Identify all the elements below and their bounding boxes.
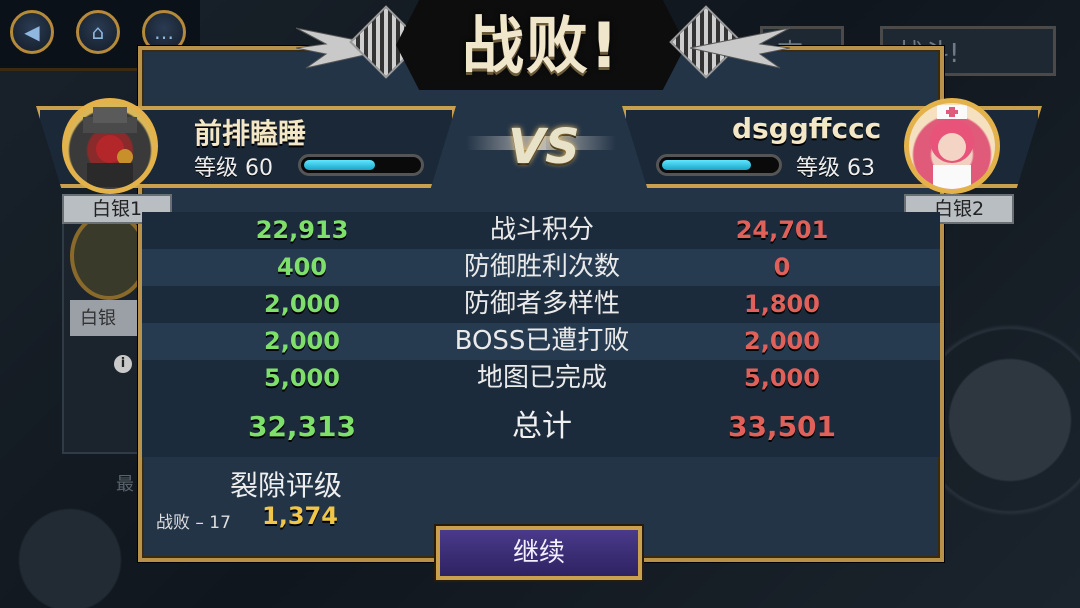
rift-rating-title: 裂隙评级 — [230, 469, 343, 502]
continue-button[interactable]: 继续 — [436, 526, 642, 580]
stat-row: 22,913 战斗积分 24,701 — [142, 212, 940, 249]
right-player-name: dsggffccc — [732, 112, 882, 145]
stat-right-value: 5,000 — [744, 364, 820, 392]
background-side-text: 最 — [116, 474, 134, 495]
page-title: 战败! — [461, 9, 621, 82]
total-right-value: 33,501 — [727, 410, 837, 443]
stat-row: 400 防御胜利次数 0 — [142, 249, 940, 286]
right-avatar-art — [930, 105, 974, 189]
home-icon[interactable]: ⌂ — [76, 10, 120, 54]
back-icon[interactable]: ◀ — [10, 10, 54, 54]
left-player-avatar[interactable] — [62, 98, 158, 194]
rift-result-label: 战败 – 17 — [156, 513, 231, 533]
stat-left-value: 2,000 — [264, 290, 340, 318]
stat-label: BOSS已遭打败 — [454, 326, 630, 356]
stat-left-value: 22,913 — [255, 216, 349, 244]
total-label: 总计 — [512, 409, 572, 444]
stat-label: 战斗积分 — [489, 215, 594, 245]
left-xp-fill — [304, 160, 375, 170]
stat-label: 地图已完成 — [476, 363, 607, 393]
stat-row: 2,000 BOSS已遭打败 2,000 — [142, 323, 940, 360]
stat-left-value: 2,000 — [264, 327, 340, 355]
info-icon: i — [114, 355, 132, 373]
total-row: 32,313 总计 33,501 — [142, 397, 940, 457]
vs-emblem: VS — [508, 119, 580, 175]
left-xp-bar — [298, 154, 424, 176]
stat-row: 2,000 防御者多样性 1,800 — [142, 286, 940, 323]
left-level-value: 60 — [245, 156, 274, 181]
stat-right-value: 0 — [773, 253, 791, 281]
background-avatar — [70, 212, 148, 300]
right-player-level: 等级 63 — [796, 150, 875, 182]
left-player-level: 等级 60 — [194, 150, 273, 182]
left-level-label: 等级 — [194, 156, 239, 181]
right-xp-bar — [656, 154, 782, 176]
right-xp-fill — [662, 160, 751, 170]
stat-right-value: 1,800 — [744, 290, 820, 318]
stat-right-value: 24,701 — [735, 216, 829, 244]
left-player-name: 前排瞌睡 — [194, 117, 307, 150]
right-level-label: 等级 — [796, 156, 841, 181]
stat-right-value: 2,000 — [744, 327, 820, 355]
rift-rating-value: 1,374 — [262, 502, 338, 530]
stat-row: 5,000 地图已完成 5,000 — [142, 360, 940, 397]
background-rank-label: 白银 — [70, 300, 140, 336]
stat-label: 防御者多样性 — [463, 289, 620, 319]
right-wing-icon — [690, 27, 790, 69]
total-left-value: 32,313 — [247, 410, 357, 443]
right-player-avatar[interactable] — [904, 98, 1000, 194]
stat-left-value: 5,000 — [264, 364, 340, 392]
stat-left-value: 400 — [276, 253, 328, 281]
right-level-value: 63 — [847, 156, 876, 181]
stat-label: 防御胜利次数 — [463, 252, 620, 282]
left-avatar-art — [83, 107, 137, 187]
